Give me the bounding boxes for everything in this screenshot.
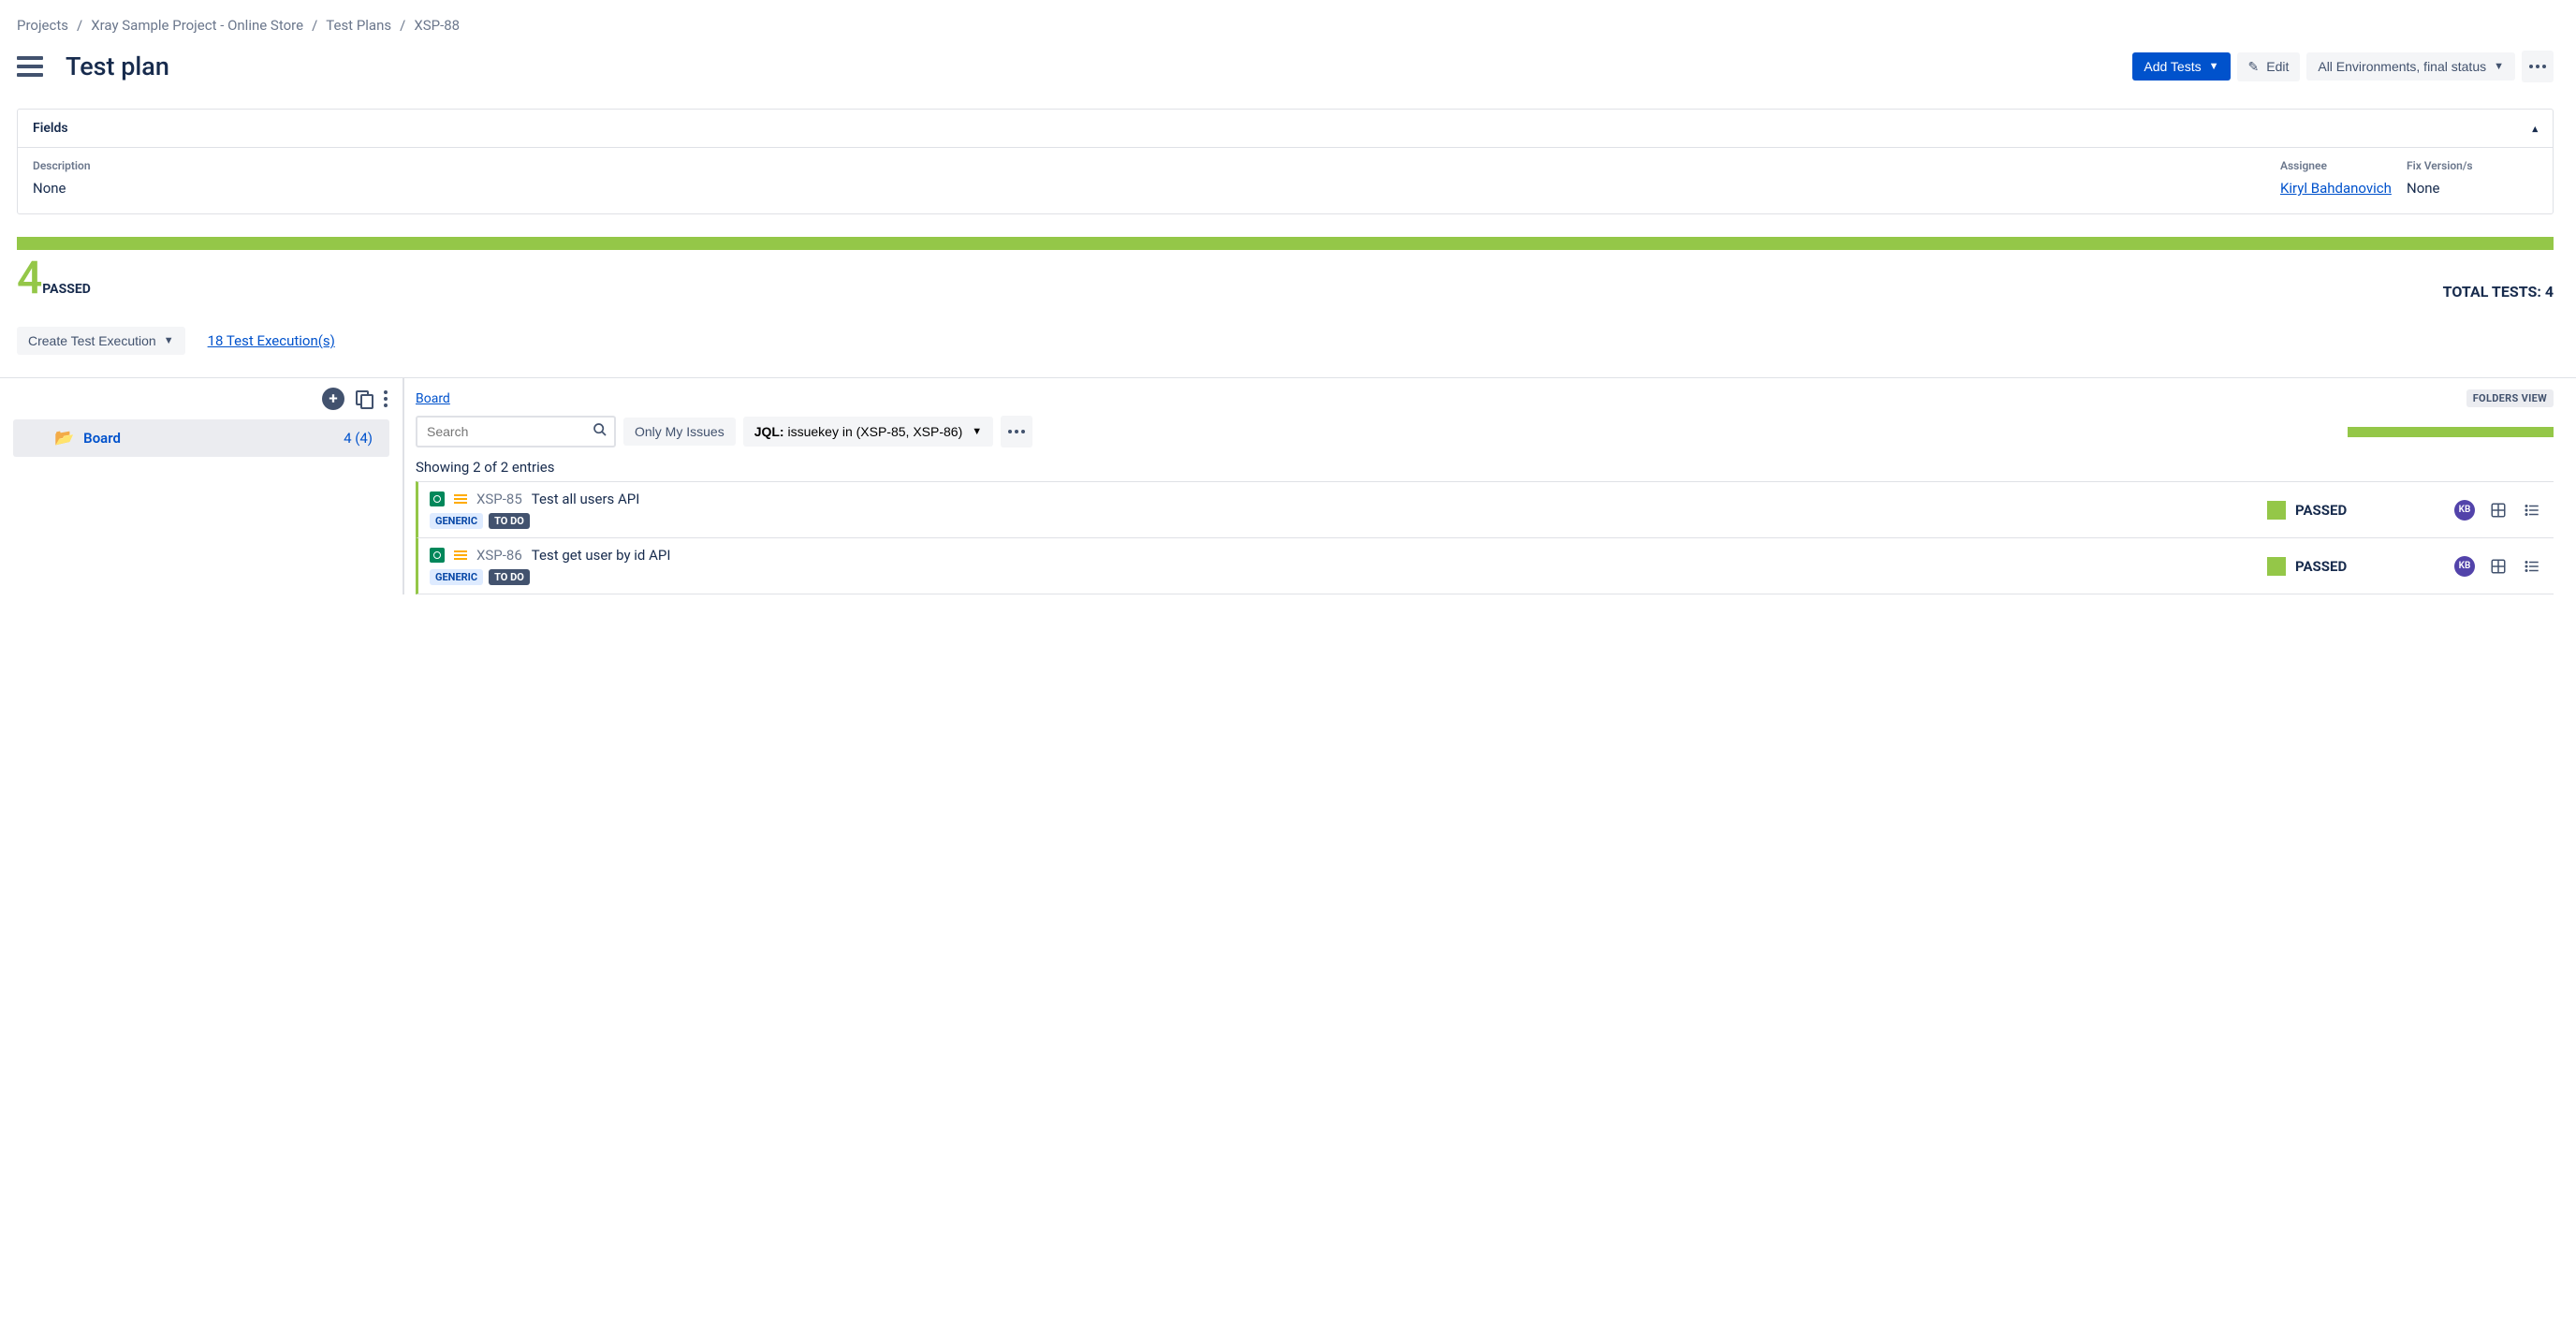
assignee-value[interactable]: Kiryl Bahdanovich xyxy=(2280,180,2407,197)
page-title: Test plan xyxy=(66,51,169,81)
breadcrumb: Projects / Xray Sample Project - Online … xyxy=(17,17,2554,34)
dots-icon xyxy=(2529,65,2546,68)
progress-bar xyxy=(17,237,2554,250)
fields-panel-header[interactable]: Fields ▴ xyxy=(18,110,2553,147)
tree-board-count: 4 (4) xyxy=(344,430,373,447)
more-actions-button[interactable] xyxy=(2522,51,2554,82)
jql-label: JQL: xyxy=(754,424,784,439)
breadcrumb-issue-key[interactable]: XSP-88 xyxy=(414,17,460,34)
grid-view-icon[interactable] xyxy=(2488,556,2509,577)
environments-dropdown[interactable]: All Environments, final status ▼ xyxy=(2306,52,2515,81)
copy-icon[interactable] xyxy=(356,390,373,407)
showing-entries: Showing 2 of 2 entries xyxy=(416,459,2554,476)
filter-more-button[interactable] xyxy=(1001,416,1032,447)
test-type-icon xyxy=(430,548,445,563)
description-label: Description xyxy=(33,159,2280,172)
edit-label: Edit xyxy=(2266,59,2289,74)
assignee-avatar[interactable]: KB xyxy=(2454,500,2475,521)
status-color xyxy=(2267,557,2286,576)
fixversion-value: None xyxy=(2407,180,2538,197)
search-icon xyxy=(593,422,607,441)
breadcrumb-project-name[interactable]: Xray Sample Project - Online Store xyxy=(91,17,303,34)
breadcrumb-projects[interactable]: Projects xyxy=(17,17,68,34)
workflow-badge: TO DO xyxy=(489,569,530,585)
folders-view-badge: FOLDERS VIEW xyxy=(2466,389,2554,407)
grid-view-icon[interactable] xyxy=(2488,500,2509,521)
mini-progress-bar xyxy=(2348,427,2554,437)
list-view-icon[interactable] xyxy=(2522,556,2542,577)
test-row[interactable]: XSP-85 Test all users API GENERIC TO DO … xyxy=(416,481,2554,537)
environments-label: All Environments, final status xyxy=(2318,59,2486,74)
jql-value: issuekey in (XSP-85, XSP-86) xyxy=(784,424,963,439)
fields-panel: Fields ▴ Description None Assignee Kiryl… xyxy=(17,109,2554,214)
only-my-label: Only My Issues xyxy=(635,424,724,439)
edit-button[interactable]: ✎ Edit xyxy=(2237,52,2301,81)
only-my-issues-button[interactable]: Only My Issues xyxy=(623,418,736,446)
breadcrumb-sep: / xyxy=(77,17,82,34)
breadcrumb-test-plans[interactable]: Test Plans xyxy=(326,17,391,34)
test-summary: Test get user by id API xyxy=(532,547,671,564)
test-type-badge: GENERIC xyxy=(430,569,483,585)
tree-board-label: Board xyxy=(83,430,121,447)
passed-label: PASSED xyxy=(42,282,91,297)
status-color xyxy=(2267,501,2286,520)
total-tests: TOTAL TESTS: 4 xyxy=(2443,283,2554,301)
search-input[interactable] xyxy=(416,416,616,447)
test-summary: Test all users API xyxy=(532,491,640,507)
create-test-execution-button[interactable]: Create Test Execution ▼ xyxy=(17,327,185,355)
tree-item-board[interactable]: 📂 Board 4 (4) xyxy=(13,419,389,457)
add-tests-label: Add Tests xyxy=(2144,59,2201,74)
add-tests-button[interactable]: Add Tests ▼ xyxy=(2132,52,2230,81)
status-text: PASSED xyxy=(2295,502,2347,519)
test-type-badge: GENERIC xyxy=(430,513,483,529)
folder-icon: 📂 xyxy=(54,429,74,447)
test-key: XSP-85 xyxy=(476,491,522,507)
breadcrumb-sep: / xyxy=(312,17,317,34)
assignee-avatar[interactable]: KB xyxy=(2454,556,2475,577)
priority-icon xyxy=(454,494,467,505)
test-key: XSP-86 xyxy=(476,547,522,564)
chevron-down-icon: ▼ xyxy=(972,426,982,437)
pencil-icon: ✎ xyxy=(2248,59,2260,75)
tree-more-button[interactable] xyxy=(384,390,388,407)
fixversion-label: Fix Version/s xyxy=(2407,159,2538,172)
board-breadcrumb[interactable]: Board xyxy=(416,391,450,406)
content-pane: Board FOLDERS VIEW Only My Issues JQL: i… xyxy=(404,378,2576,594)
breadcrumb-sep: / xyxy=(400,17,405,34)
test-row[interactable]: XSP-86 Test get user by id API GENERIC T… xyxy=(416,537,2554,594)
header: Test plan Add Tests ▼ ✎ Edit All Environ… xyxy=(17,51,2554,82)
create-exec-label: Create Test Execution xyxy=(28,333,156,348)
tree-pane: + 📂 Board 4 (4) xyxy=(0,378,404,594)
chevron-down-icon: ▼ xyxy=(2209,61,2219,72)
status-text: PASSED xyxy=(2295,558,2347,575)
add-folder-button[interactable]: + xyxy=(322,388,344,410)
assignee-label: Assignee xyxy=(2280,159,2407,172)
test-type-icon xyxy=(430,491,445,506)
chevron-down-icon: ▼ xyxy=(2494,61,2504,72)
dots-icon xyxy=(1008,430,1025,433)
test-executions-link[interactable]: 18 Test Execution(s) xyxy=(208,332,335,349)
priority-icon xyxy=(454,550,467,561)
passed-count: 4 xyxy=(17,256,42,301)
workflow-badge: TO DO xyxy=(489,513,530,529)
hamburger-icon[interactable] xyxy=(17,56,43,77)
chevron-down-icon: ▼ xyxy=(164,335,174,346)
fields-title: Fields xyxy=(33,121,68,136)
list-view-icon[interactable] xyxy=(2522,500,2542,521)
jql-filter-button[interactable]: JQL: issuekey in (XSP-85, XSP-86) ▼ xyxy=(743,417,993,447)
description-value: None xyxy=(33,180,2280,197)
chevron-up-icon: ▴ xyxy=(2532,123,2538,135)
